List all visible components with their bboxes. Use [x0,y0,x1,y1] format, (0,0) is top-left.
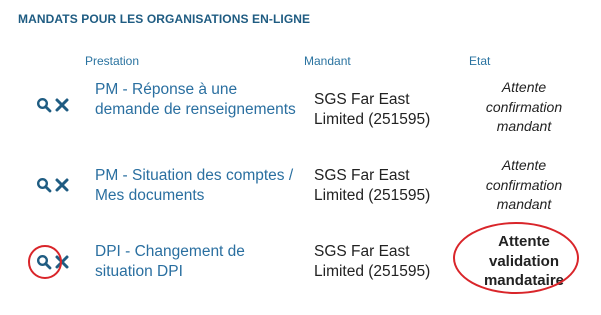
prestation-link[interactable]: DPI - Changement de situation DPI [95,242,300,281]
etat-value: Attente confirmation mandant [485,79,563,134]
row-actions [36,177,70,193]
close-icon[interactable] [54,254,70,270]
row-actions [36,254,70,270]
column-header-prestation: Prestation [85,54,140,68]
column-header-mandant: Mandant [304,54,351,68]
section-title: MANDATS POUR LES ORGANISATIONS EN-LIGNE [18,12,311,26]
search-icon[interactable] [36,254,52,270]
column-header-etat: Etat [469,54,491,68]
etat-value: Attente confirmation mandant [485,157,563,212]
mandant-value: SGS Far East Limited (251595) [314,167,431,204]
search-icon[interactable] [36,177,52,193]
search-icon[interactable] [36,97,52,113]
close-icon[interactable] [54,177,70,193]
close-icon[interactable] [54,97,70,113]
row-actions [36,97,70,113]
mandant-value: SGS Far East Limited (251595) [314,91,431,128]
mandant-value: SGS Far East Limited (251595) [314,243,431,280]
prestation-link[interactable]: PM - Situation des comptes / Mes documen… [95,166,300,205]
prestation-link[interactable]: PM - Réponse à une demande de renseignem… [95,80,300,119]
etat-value: Attente validation mandataire [483,233,565,289]
